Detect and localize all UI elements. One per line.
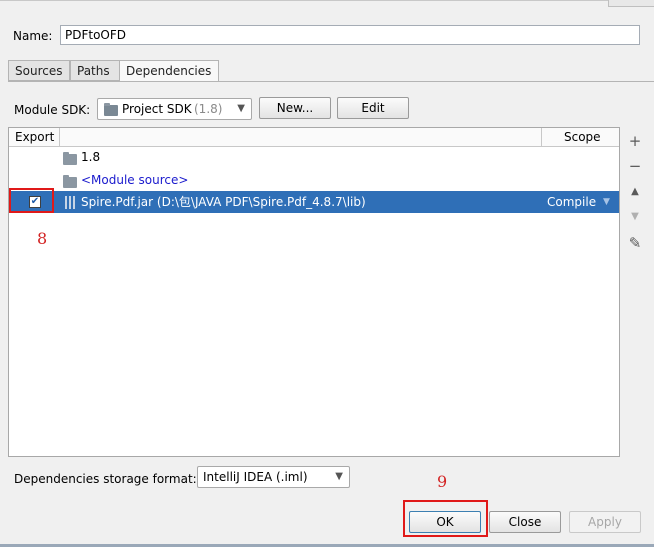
jar-icon [65, 196, 75, 209]
new-sdk-button[interactable]: New... [259, 97, 331, 119]
tab-divider [8, 81, 654, 82]
storage-format-value: IntelliJ IDEA (.iml) [203, 470, 308, 484]
module-sdk-select[interactable]: Project SDK (1.8) ▼ [97, 98, 252, 120]
module-sdk-value: Project SDK [122, 102, 192, 116]
chevron-down-icon: ▼ [237, 103, 245, 114]
close-button[interactable]: Close [489, 511, 561, 533]
move-down-icon[interactable]: ▼ [624, 207, 646, 227]
table-header: Export Scope [9, 128, 619, 147]
dependencies-table[interactable]: Export Scope 1.8 <Module source> ✔ Spire… [8, 127, 620, 457]
apply-button[interactable]: Apply [569, 511, 641, 533]
name-label: Name: [13, 29, 53, 43]
chevron-down-icon: ▼ [335, 471, 343, 482]
storage-format-label: Dependencies storage format: [14, 472, 197, 486]
scope-column-header[interactable]: Scope [564, 129, 601, 145]
add-icon[interactable]: + [624, 131, 646, 151]
tab-dependencies[interactable]: Dependencies [119, 60, 219, 82]
scope-value[interactable]: Compile [547, 191, 596, 213]
column-divider [59, 128, 60, 146]
window-top-border [0, 0, 654, 1]
folder-icon [63, 152, 77, 165]
name-input[interactable]: PDFtoOFD [60, 25, 640, 45]
folder-icon [63, 175, 77, 188]
table-row[interactable]: <Module source> [9, 169, 619, 191]
column-divider [541, 128, 542, 146]
export-column-header[interactable]: Export [15, 129, 54, 145]
annotation-box-9 [403, 500, 488, 537]
chevron-down-icon[interactable]: ▼ [603, 191, 610, 213]
annotation-label-8: 8 [37, 229, 48, 248]
window-control[interactable] [608, 0, 654, 7]
annotation-box-8 [9, 188, 54, 213]
storage-format-select[interactable]: IntelliJ IDEA (.iml) ▼ [197, 466, 350, 488]
tab-paths[interactable]: Paths [70, 60, 120, 81]
edit-sdk-button[interactable]: Edit [337, 97, 409, 119]
tab-sources[interactable]: Sources [8, 60, 70, 81]
row-label: 1.8 [81, 150, 101, 164]
row-label: Spire.Pdf.jar (D:\包\JAVA PDF\Spire.Pdf_4… [81, 195, 366, 209]
remove-icon[interactable]: − [624, 156, 646, 176]
module-sdk-label: Module SDK: [14, 103, 91, 117]
edit-icon[interactable]: ✎ [624, 233, 646, 253]
row-label: <Module source> [81, 173, 189, 187]
table-row[interactable]: 1.8 [9, 146, 619, 168]
folder-icon [104, 103, 118, 116]
table-row-selected[interactable]: ✔ Spire.Pdf.jar (D:\包\JAVA PDF\Spire.Pdf… [9, 191, 619, 213]
annotation-label-9: 9 [437, 472, 448, 491]
move-up-icon[interactable]: ▲ [624, 182, 646, 202]
module-sdk-hint: (1.8) [194, 102, 223, 116]
